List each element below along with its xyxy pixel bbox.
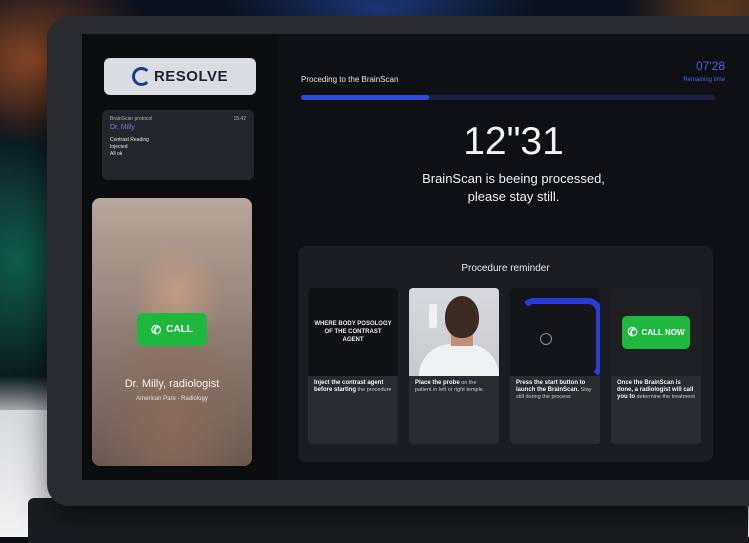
- status-message-line2: please stay still.: [467, 189, 560, 204]
- call-button[interactable]: ✆ CALL: [137, 313, 207, 346]
- device-edge-shape: [520, 298, 600, 380]
- video-call-tile[interactable]: ✆ CALL Dr. Milly, radiologist American P…: [92, 198, 252, 466]
- resolve-logo-icon: [131, 67, 151, 86]
- step-label: Proceding to the BrainScan: [301, 75, 399, 84]
- card-text: Place the probe on the patient in left o…: [409, 376, 499, 398]
- notification-time: 15:42: [233, 116, 246, 122]
- reminder-card-callnow: ✆ CALL NOW Once the BrainScan is done, a…: [611, 288, 701, 444]
- phone-icon: ✆: [151, 322, 162, 337]
- notification-body: Contrast Reading Injected All ok: [110, 137, 149, 157]
- logo-card: RESOLVE: [104, 58, 256, 95]
- caller-name: Dr. Milly, radiologist: [124, 378, 220, 390]
- call-now-label: CALL NOW: [641, 327, 685, 337]
- call-now-button[interactable]: ✆ CALL NOW: [622, 315, 690, 349]
- card-text-bold: Place the probe: [415, 380, 460, 386]
- status-message-line1: BrainScan is beeing processed,: [422, 171, 605, 186]
- call-button-label: CALL: [166, 324, 193, 335]
- notification-card[interactable]: BrainScan protocol 15:42 Dr. Milly Contr…: [102, 110, 254, 180]
- procedure-reminder-panel: Procedure reminder WHERE BODY POSOLOGY O…: [298, 246, 713, 462]
- callnow-image: ✆ CALL NOW: [611, 288, 701, 376]
- card-text-bold: Press the start button to launch the Bra…: [516, 380, 586, 393]
- phone-icon: ✆: [627, 324, 638, 339]
- head-shape: [445, 296, 479, 338]
- card-text-rest: the procedure: [357, 387, 392, 393]
- caller-subtitle: American Pare - Radiology: [136, 396, 208, 402]
- shoulders-shape: [419, 344, 499, 376]
- reminder-card-probe: Place the probe on the patient in left o…: [409, 288, 499, 444]
- remaining-time-label: Remaining time: [683, 77, 725, 83]
- reminder-title: Procedure reminder: [461, 263, 550, 274]
- probe-icon: [429, 304, 437, 328]
- patient-head-image: [409, 288, 499, 376]
- main-panel: Proceding to the BrainScan 07'28 Remaini…: [278, 34, 749, 480]
- sidebar: RESOLVE BrainScan protocol 15:42 Dr. Mil…: [82, 34, 278, 480]
- notification-title: Dr. Milly: [110, 124, 135, 131]
- progress-bar: [301, 95, 715, 100]
- remaining-time: 07'28: [696, 59, 725, 73]
- logo-text: RESOLVE: [153, 68, 229, 85]
- card-text: Inject the contrast agent before startin…: [308, 376, 398, 398]
- start-button-icon: [540, 333, 552, 345]
- countdown-timer: 12"31: [463, 120, 564, 163]
- tablet-screen: RESOLVE BrainScan protocol 15:42 Dr. Mil…: [82, 34, 749, 480]
- reminder-card-start: Press the start button to launch the Bra…: [510, 288, 600, 444]
- device-image: [510, 288, 600, 380]
- card-text-rest: determine the treatment: [636, 394, 695, 400]
- card-text: Press the start button to launch the Bra…: [510, 376, 600, 405]
- progress-fill: [301, 95, 430, 100]
- contrast-agent-image: WHERE BODY POSOLOGY OF THE CONTRAST AGEN…: [308, 288, 398, 376]
- notification-header-row: BrainScan protocol 15:42: [110, 116, 246, 123]
- card-text: Once the BrainScan is done, a radiologis…: [611, 376, 701, 405]
- notification-header: BrainScan protocol: [110, 116, 153, 122]
- reminder-card-inject: WHERE BODY POSOLOGY OF THE CONTRAST AGEN…: [308, 288, 398, 444]
